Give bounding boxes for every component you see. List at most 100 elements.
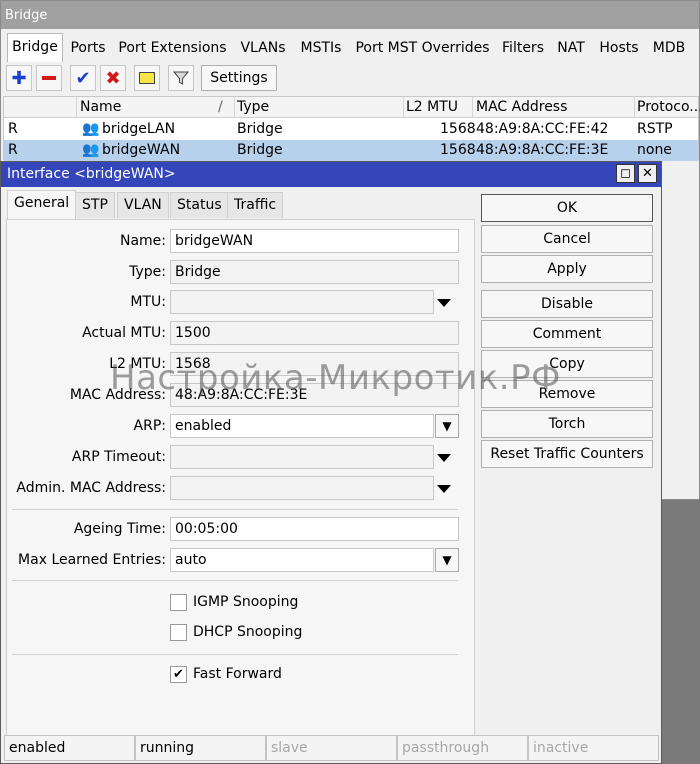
arp-select[interactable]: enabled [170,414,434,438]
name-input[interactable]: bridgeWAN [170,229,459,253]
torch-button[interactable]: Torch [481,410,653,438]
plus-icon: ✚ [11,67,27,89]
tab-ports[interactable]: Ports [65,35,111,61]
tab-port-mst-overrides[interactable]: Port MST Overrides [351,35,494,61]
tab-traffic[interactable]: Traffic [227,192,284,218]
column-type-header[interactable]: Type [237,99,269,115]
status-slave: slave [266,735,397,761]
mtu-dropdown-arrow-icon[interactable] [437,299,451,307]
arp-label: ARP: [133,418,166,434]
interface-dialog-titlebar[interactable]: Interface <bridgeWAN> [1,162,661,187]
max-learned-entries-label: Max Learned Entries: [18,552,166,568]
row-l2mtu: 1568 [440,142,476,158]
mtu-input[interactable] [170,290,434,314]
add-button[interactable]: ✚ [6,65,32,91]
dhcp-snooping-label: DHCP Snooping [193,624,303,640]
tab-mstis[interactable]: MSTIs [295,35,347,61]
tab-mdb[interactable]: MDB [647,35,691,61]
dhcp-snooping-checkbox[interactable] [170,624,187,641]
tab-port-extensions[interactable]: Port Extensions [115,35,230,61]
tab-nat[interactable]: NAT [552,35,590,61]
table-row[interactable]: R 👥 bridgeWAN Bridge 1568 48:A9:8A:CC:FE… [4,140,698,161]
close-button[interactable]: ✕ [638,164,657,183]
dropdown-down-icon: ▼ [442,553,452,567]
interface-dialog: Interface <bridgeWAN> ◻ ✕ General STP VL… [0,161,662,764]
tab-hosts[interactable]: Hosts [594,35,644,61]
column-mac-header[interactable]: MAC Address [476,99,567,115]
tab-general[interactable]: General [7,190,77,219]
status-bar: enabled running slave passthrough inacti… [4,735,659,761]
check-icon: ✔ [75,67,91,89]
row-flag: R [8,121,18,137]
reset-traffic-counters-button[interactable]: Reset Traffic Counters [481,440,653,468]
funnel-icon [173,71,189,85]
column-protocol-header[interactable]: Protoco... [637,99,700,115]
type-label: Type: [129,264,166,280]
status-passthrough: passthrough [397,735,528,761]
arp-timeout-dropdown-arrow-icon[interactable] [437,454,451,462]
filter-button[interactable] [168,65,194,91]
interface-dialog-title: Interface <bridgeWAN> [7,166,176,182]
row-name: bridgeWAN [102,142,181,158]
arp-timeout-input[interactable] [170,445,434,469]
status-running: running [135,735,266,761]
actual-mtu-label: Actual MTU: [82,325,166,341]
tab-vlan[interactable]: VLAN [117,192,169,218]
bridge-table: Name / Type L2 MTU MAC Address Protoco..… [3,96,700,161]
note-icon [139,72,155,84]
tab-stp[interactable]: STP [75,192,115,218]
comment-button[interactable] [134,65,160,91]
fast-forward-checkbox[interactable]: ✔ [170,666,187,683]
status-enabled: enabled [4,735,135,761]
admin-mac-input[interactable] [170,476,434,500]
disable-button[interactable]: ✖ [100,65,126,91]
row-name: bridgeLAN [102,121,176,137]
row-protocol: none [637,142,672,158]
section-divider [12,509,458,510]
section-divider [12,654,458,655]
sort-indicator: / [218,99,223,115]
table-header: Name / Type L2 MTU MAC Address Protoco..… [4,97,700,118]
admin-mac-label: Admin. MAC Address: [16,480,166,496]
bridge-window-title: Bridge [1,1,699,29]
tab-filters[interactable]: Filters [498,35,548,61]
table-row[interactable]: R 👥 bridgeLAN Bridge 1568 48:A9:8A:CC:FE… [4,119,698,140]
tab-vlans[interactable]: VLANs [235,35,291,61]
row-flag: R [8,142,18,158]
disable-button[interactable]: Disable [481,290,653,318]
remove-button[interactable] [36,65,62,91]
bridge-icon: 👥 [82,142,100,158]
admin-mac-dropdown-arrow-icon[interactable] [437,485,451,493]
minus-icon [42,76,56,80]
apply-button[interactable]: Apply [481,255,653,283]
fast-forward-label: Fast Forward [193,666,282,682]
mtu-label: MTU: [130,294,166,310]
ageing-time-label: Ageing Time: [73,521,166,537]
actual-mtu-field: 1500 [170,321,459,345]
cancel-button[interactable]: Cancel [481,225,653,253]
row-mac: 48:A9:8A:CC:FE:42 [476,121,609,137]
cross-icon: ✖ [105,67,121,89]
row-type: Bridge [237,121,283,137]
restore-button[interactable]: ◻ [616,164,635,183]
settings-button[interactable]: Settings [201,65,277,91]
restore-icon: ◻ [620,166,631,181]
bridge-icon: 👥 [82,121,100,137]
comment-button[interactable]: Comment [481,320,653,348]
name-label: Name: [119,233,166,249]
watermark: Настройка-Микротик.РФ [110,358,561,398]
ageing-time-input[interactable]: 00:05:00 [170,517,459,541]
column-l2mtu-header[interactable]: L2 MTU [406,99,458,115]
enable-button[interactable]: ✔ [70,65,96,91]
igmp-snooping-checkbox[interactable] [170,594,187,611]
arp-dropdown-button[interactable]: ▼ [435,414,459,438]
max-learned-entries-select[interactable]: auto [170,548,434,572]
arp-timeout-label: ARP Timeout: [71,449,166,465]
section-divider [12,580,458,581]
ok-button[interactable]: OK [481,194,653,222]
tab-status[interactable]: Status [170,192,229,218]
checkmark-icon: ✔ [173,667,184,682]
max-learned-dropdown-button[interactable]: ▼ [435,548,459,572]
tab-bridge[interactable]: Bridge [7,33,63,62]
column-name-header[interactable]: Name [80,99,121,115]
